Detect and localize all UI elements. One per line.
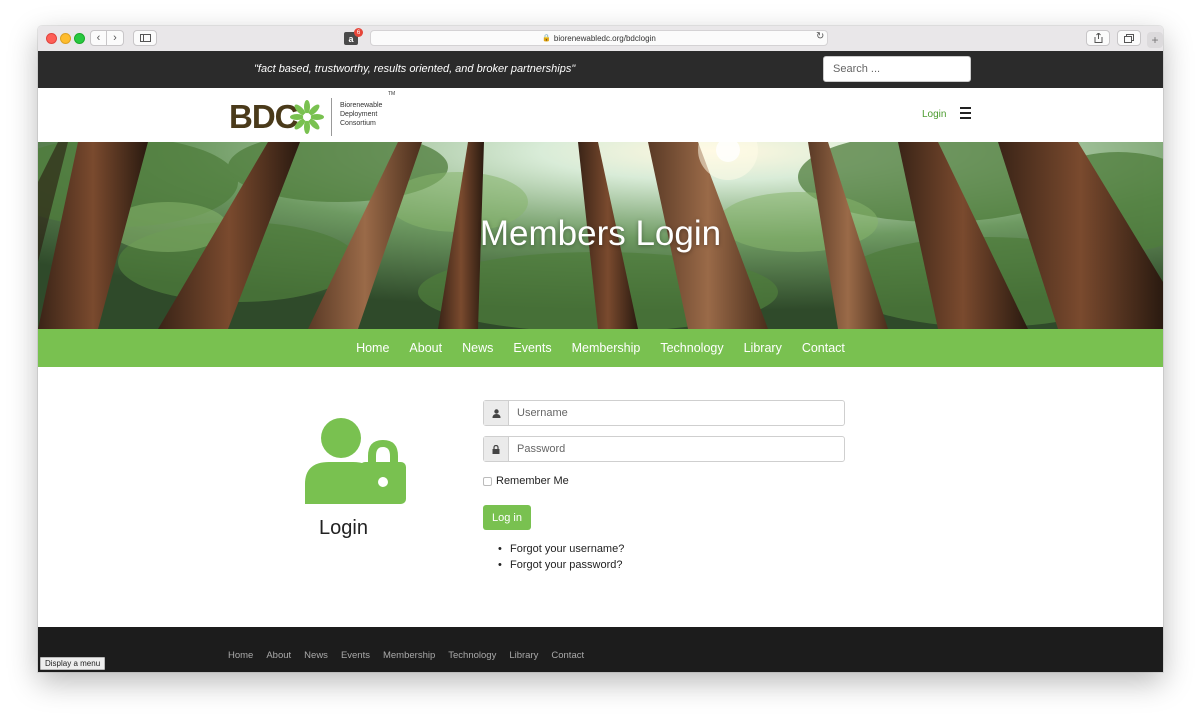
tabs-icon xyxy=(1124,33,1134,43)
logo-divider xyxy=(331,98,332,136)
user-icon xyxy=(484,401,509,425)
nav-events[interactable]: Events xyxy=(513,341,551,355)
reload-icon[interactable]: ↻ xyxy=(816,31,824,42)
remember-me-row[interactable]: Remember Me xyxy=(483,475,569,487)
trademark-mark: TM xyxy=(388,91,396,97)
extension-badge: 6 xyxy=(354,28,363,37)
hamburger-menu-icon[interactable] xyxy=(960,107,971,119)
logo-wordmark: Biorenewable Deployment Consortium xyxy=(340,101,382,128)
forgot-links-list: Forgot your username? Forgot your passwo… xyxy=(498,543,624,575)
lock-icon xyxy=(484,437,509,461)
search-input[interactable] xyxy=(823,56,971,82)
tab-overview-button[interactable] xyxy=(1117,30,1141,46)
footer-nav-contact[interactable]: Contact xyxy=(551,650,584,661)
footer-navigation: Home About News Events Membership Techno… xyxy=(228,650,597,661)
footer-nav-membership[interactable]: Membership xyxy=(383,650,435,661)
forgot-username-link[interactable]: Forgot your username? xyxy=(498,543,624,559)
minimize-window-button[interactable] xyxy=(60,33,71,44)
site-header: BDC Biorenewable Deployment Consortium T… xyxy=(38,88,1163,142)
footer-nav-news[interactable]: News xyxy=(304,650,328,661)
plus-icon: + xyxy=(1151,33,1159,47)
site-footer: Home About News Events Membership Techno… xyxy=(38,627,1163,672)
nav-library[interactable]: Library xyxy=(744,341,782,355)
sidebar-toggle-button[interactable] xyxy=(133,30,157,46)
chevron-left-icon: ‹ xyxy=(96,31,101,44)
nav-news[interactable]: News xyxy=(462,341,493,355)
address-bar[interactable]: 🔒 biorenewabledc.org/bdclogin xyxy=(370,30,828,46)
password-field xyxy=(483,436,845,462)
status-tooltip: Display a menu xyxy=(40,657,106,670)
leaf-burst-icon xyxy=(290,100,324,134)
login-heading: Login xyxy=(319,517,368,539)
nav-about[interactable]: About xyxy=(409,341,442,355)
main-navigation: Home About News Events Membership Techno… xyxy=(38,329,1163,367)
remember-me-checkbox[interactable] xyxy=(483,476,492,486)
remember-me-label: Remember Me xyxy=(496,475,569,487)
nav-contact[interactable]: Contact xyxy=(802,341,845,355)
share-icon xyxy=(1094,33,1102,43)
logo-line-2: Deployment xyxy=(340,111,378,118)
top-bar: "fact based, trustworthy, results orient… xyxy=(38,51,1163,88)
footer-nav-library[interactable]: Library xyxy=(509,650,538,661)
footer-nav-technology[interactable]: Technology xyxy=(448,650,496,661)
chevron-right-icon: › xyxy=(113,31,117,44)
nav-home[interactable]: Home xyxy=(356,341,389,355)
nav-membership[interactable]: Membership xyxy=(572,341,641,355)
browser-window: ‹ › a 6 🔒 biorenewabledc.org/bdclogin ↻ … xyxy=(38,26,1163,672)
password-input[interactable] xyxy=(509,437,844,461)
close-window-button[interactable] xyxy=(46,33,57,44)
back-button[interactable]: ‹ xyxy=(90,30,107,46)
zoom-window-button[interactable] xyxy=(74,33,85,44)
forward-button[interactable]: › xyxy=(107,30,124,46)
forgot-password-link[interactable]: Forgot your password? xyxy=(498,559,624,575)
footer-nav-about[interactable]: About xyxy=(266,650,291,661)
sidebar-icon xyxy=(139,34,151,42)
user-lock-icon xyxy=(305,418,406,504)
login-submit-button[interactable]: Log in xyxy=(483,505,531,530)
nav-technology[interactable]: Technology xyxy=(660,341,723,355)
login-section: Login Remember Me Log in Forgot your use… xyxy=(38,367,1163,627)
new-tab-button[interactable]: + xyxy=(1147,32,1163,48)
header-login-link[interactable]: Login xyxy=(922,109,946,120)
tagline: "fact based, trustworthy, results orient… xyxy=(254,63,576,75)
logo-line-3: Consortium xyxy=(340,120,376,127)
username-field xyxy=(483,400,845,426)
footer-nav-home[interactable]: Home xyxy=(228,650,253,661)
lock-icon: 🔒 xyxy=(542,35,551,42)
logo-line-1: Biorenewable xyxy=(340,102,383,109)
username-input[interactable] xyxy=(509,401,844,425)
footer-nav-events[interactable]: Events xyxy=(341,650,370,661)
site-logo[interactable]: BDC Biorenewable Deployment Consortium T… xyxy=(229,91,404,136)
share-button[interactable] xyxy=(1086,30,1110,46)
hero-banner: Members Login xyxy=(38,142,1163,329)
browser-toolbar: ‹ › a 6 🔒 biorenewabledc.org/bdclogin ↻ … xyxy=(38,26,1163,52)
url-text: biorenewabledc.org/bdclogin xyxy=(553,33,656,43)
page-title: Members Login xyxy=(479,214,722,253)
